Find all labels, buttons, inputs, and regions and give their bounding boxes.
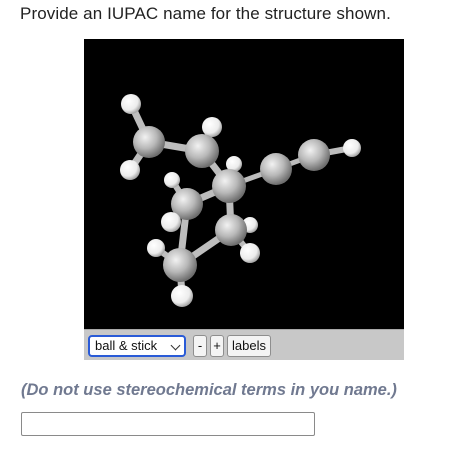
carbon-atom [133,126,165,158]
viewer-toolbar: ball & stick - + labels [84,329,404,360]
carbon-atom [215,214,247,246]
hydrogen-atom [171,285,193,307]
hydrogen-atom [202,117,222,137]
question-prompt: Provide an IUPAC name for the structure … [20,4,391,23]
render-style-select[interactable]: ball & stick [88,335,186,357]
stereochemistry-note: (Do not use stereochemical terms in you … [21,381,397,399]
molecule-viewer[interactable] [84,39,404,329]
labels-button[interactable]: labels [227,335,271,357]
zoom-out-button[interactable]: - [193,335,207,357]
carbon-atom [260,153,292,185]
render-style-value: ball & stick [95,338,158,353]
iupac-name-input[interactable] [21,412,315,436]
hydrogen-atom [164,172,180,188]
zoom-in-button[interactable]: + [210,335,224,357]
carbon-atom [212,169,246,203]
carbon-atom [163,248,197,282]
hydrogen-atom [343,139,361,157]
carbon-atom [185,134,219,168]
page: Provide an IUPAC name for the structure … [0,0,474,457]
hydrogen-atom [147,239,165,257]
atoms [120,94,361,307]
carbon-atom [298,139,330,171]
molecule-structure[interactable] [84,39,404,329]
hydrogen-atom [121,94,141,114]
hydrogen-atom [161,212,181,232]
hydrogen-atom [120,160,140,180]
hydrogen-atom [240,243,260,263]
chevron-down-icon [170,340,181,351]
